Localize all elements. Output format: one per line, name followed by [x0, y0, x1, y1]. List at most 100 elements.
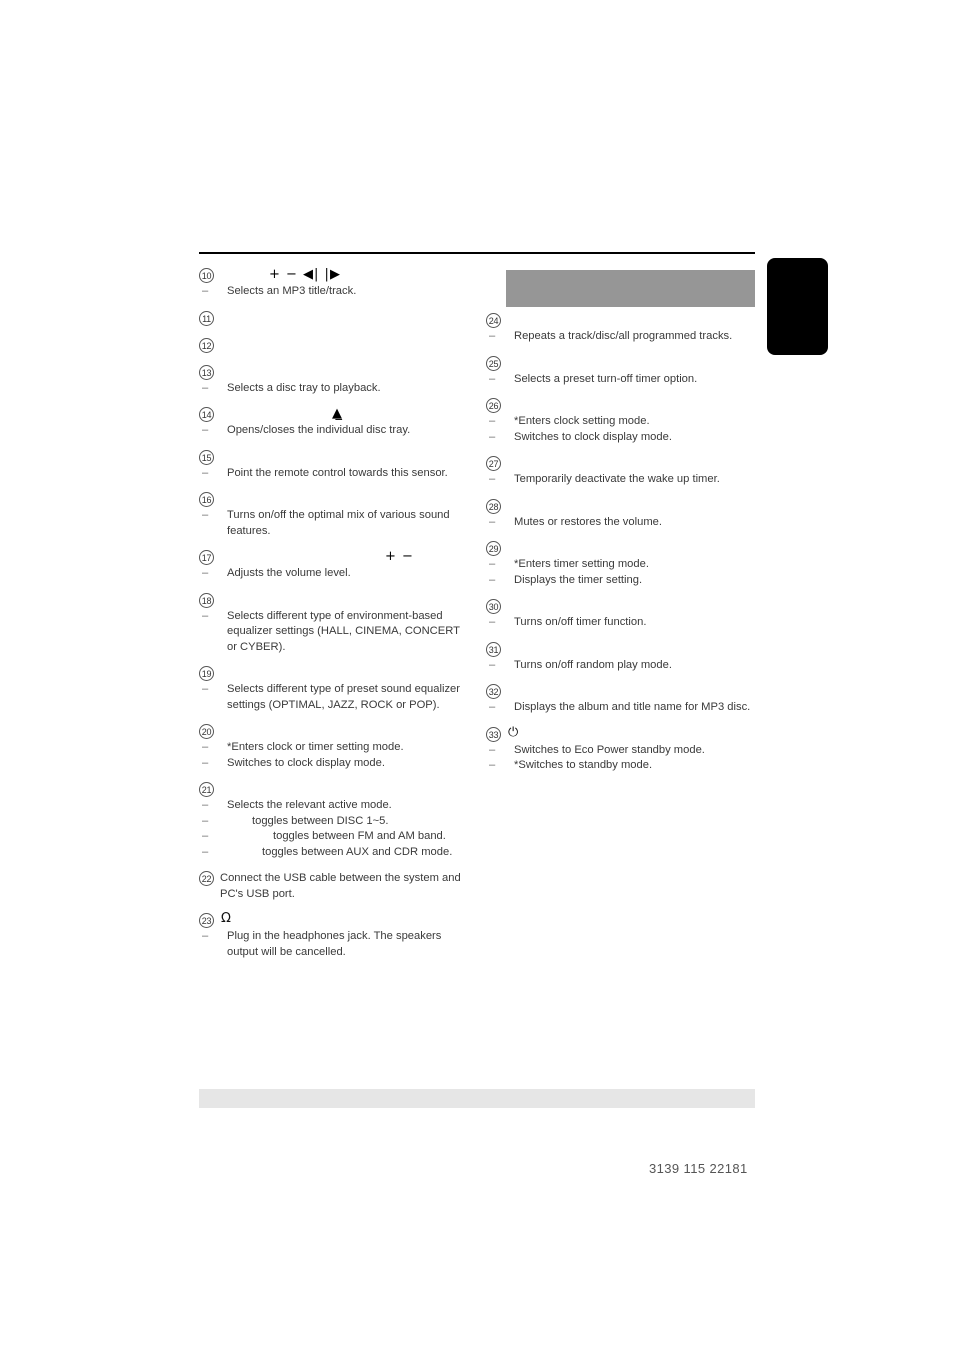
- bullet-text: Selects a preset turn-off timer option.: [514, 372, 698, 385]
- control-entry-18: 18– Selects different type of environment…: [199, 592, 469, 656]
- entry-bullet-line: – *Switches to standby mode.: [486, 758, 756, 774]
- entry-head: 17 + −: [199, 549, 469, 566]
- entry-head: 16: [199, 492, 469, 508]
- bullet-text: Switches to Eco Power standby mode.: [514, 743, 705, 756]
- circled-number: 20: [199, 724, 214, 739]
- circled-number: 26: [486, 398, 501, 413]
- control-entry-11: 11: [199, 310, 469, 327]
- bullet-text: *Enters clock setting mode.: [514, 415, 650, 427]
- entry-head: 33 ⏻: [486, 724, 756, 743]
- bullet-text: Selects different type of preset sound e…: [227, 683, 461, 711]
- entry-bullet-line: – Switches to Eco Power standby mode.: [486, 743, 756, 759]
- bullet-text: Repeats a track/disc/all programmed trac…: [514, 330, 733, 342]
- circled-number: 13: [199, 364, 214, 380]
- entry-bullet-line: – Selects a disc tray to playback.: [199, 381, 469, 397]
- entry-head: 10 + − ◀| |▶: [199, 267, 469, 284]
- bullet-text: *Switches to standby mode.: [514, 759, 653, 771]
- control-symbol-icon: ▲̲: [332, 406, 343, 421]
- bullet-dash: –: [202, 509, 209, 521]
- entry-head: 30: [486, 599, 756, 615]
- bullet-text: Point the remote control towards this se…: [227, 466, 448, 479]
- entry-bullet-line: – *Enters timer setting mode.: [486, 557, 756, 573]
- bullet-dash: –: [202, 830, 209, 842]
- document-footer-code: 3139 115 22181: [649, 1161, 748, 1176]
- bullet-text: Switches to clock display mode.: [514, 430, 672, 443]
- control-entry-33: 33 ⏻ – Switches to Eco Power standby mode. –…: [486, 724, 756, 774]
- control-entry-15: 15– Point the remote control towards this…: [199, 449, 469, 482]
- bullet-text: *Enters timer setting mode.: [514, 558, 649, 570]
- bullet-text: Turns on/off timer function.: [514, 616, 647, 628]
- bullet-dash: –: [202, 567, 209, 579]
- control-symbol-icon: + −: [385, 549, 414, 564]
- entry-paragraph: Connect the USB cable between the system…: [220, 872, 461, 900]
- circled-number: 17: [199, 550, 214, 565]
- entry-head: 12: [199, 337, 469, 354]
- right-column: 24 – Repeats a track/disc/all programmed t…: [486, 313, 756, 785]
- circled-number: 21: [199, 782, 214, 797]
- circled-number: 29: [486, 541, 501, 556]
- bullet-dash: –: [489, 473, 496, 485]
- control-entry-32: 32 – Displays the album and title name for…: [486, 684, 756, 716]
- entry-head: 32: [486, 684, 756, 700]
- circled-number: 27: [486, 456, 501, 471]
- entry-head: 24: [486, 313, 756, 329]
- manual-page: 10 + − ◀| |▶ – Selects an MP3 title/track. 1…: [0, 0, 954, 1351]
- control-entry-17: 17 + − – Adjusts the volume level.: [199, 549, 469, 582]
- entry-bullet-line: – Selects an MP3 title/track.: [199, 284, 469, 300]
- bullet-dash: –: [202, 741, 209, 753]
- entry-head: 15: [199, 449, 469, 466]
- entry-head: 19: [199, 666, 469, 682]
- bullet-dash: –: [202, 683, 209, 695]
- bullet-text: Switches to clock display mode.: [227, 756, 385, 769]
- entry-head: 28: [486, 498, 756, 515]
- control-entry-25: 25– Selects a preset turn-off timer optio…: [486, 355, 756, 388]
- circled-number: 10: [199, 268, 214, 283]
- bullet-dash: –: [489, 616, 496, 628]
- bullet-text: Selects different type of environment-ba…: [227, 609, 460, 653]
- control-entry-26: 26 – *Enters clock setting mode. – Switches …: [486, 398, 756, 445]
- entry-bullet-line: – Selects the relevant active mode.: [199, 798, 469, 814]
- bullet-dash: –: [489, 658, 496, 671]
- entry-head: 18: [199, 592, 469, 609]
- entry-head: 29: [486, 541, 756, 557]
- control-entry-24: 24 – Repeats a track/disc/all programmed t…: [486, 313, 756, 345]
- entry-bullet-line: – Plug in the headphones jack. The speake…: [199, 929, 469, 960]
- control-entry-31: 31– Turns on/off random play mode.: [486, 641, 756, 674]
- entry-bullet-line: – Turns on/off random play mode.: [486, 658, 756, 674]
- entry-bullet-line: – toggles between DISC 1~5.: [199, 814, 469, 830]
- entry-bullet-line: – toggles between FM and AM band.: [199, 829, 469, 845]
- circled-number: 24: [486, 313, 501, 328]
- bullet-text: Mutes or restores the volume.: [514, 515, 662, 528]
- entry-bullet-line: – Repeats a track/disc/all programmed tra…: [486, 329, 756, 345]
- entry-bullet-line: – *Enters clock or timer setting mode.: [199, 740, 469, 756]
- circled-number: 15: [199, 449, 214, 465]
- control-entry-19: 19 – Selects different type of preset soun…: [199, 666, 469, 713]
- bullet-dash: –: [202, 466, 209, 479]
- circled-number: 18: [199, 592, 214, 608]
- bullet-text: Turns on/off random play mode.: [514, 658, 672, 671]
- circled-number: 32: [486, 684, 501, 699]
- bottom-gray-bar: [199, 1089, 755, 1108]
- section-header-placeholder-block: [506, 270, 755, 307]
- control-entry-20: 20– *Enters clock or timer setting mode. –…: [199, 724, 469, 771]
- black-thumb-tab: [767, 258, 828, 355]
- bullet-dash: –: [202, 381, 209, 394]
- entry-head: 26: [486, 398, 756, 414]
- circled-number: 23: [199, 913, 214, 928]
- bullet-dash: –: [489, 558, 496, 570]
- bullet-text: Selects the relevant active mode.: [227, 799, 392, 811]
- entry-bullet-line: – Turns on/off the optimal mix of various…: [199, 508, 469, 539]
- control-entry-16: 16 – Turns on/off the optimal mix of vario…: [199, 492, 469, 539]
- entry-bullet-line: – Selects different type of preset sound …: [199, 682, 469, 713]
- control-entry-23: 23 Ω – Plug in the headphones jack. The spe…: [199, 911, 469, 960]
- bullet-text: toggles between DISC 1~5.: [252, 814, 389, 827]
- entry-bullet-line: – Opens/closes the individual disc tray.: [199, 423, 469, 439]
- control-entry-28: 28– Mutes or restores the volume.: [486, 498, 756, 531]
- bullet-dash: –: [489, 372, 496, 385]
- control-entry-14: 14 ▲̲ – Opens/closes the individual disc tr…: [199, 406, 469, 439]
- power-icon: ⏻: [508, 724, 519, 740]
- bullet-text: Turns on/off the optimal mix of various …: [227, 509, 450, 537]
- bullet-dash: –: [489, 415, 496, 427]
- circled-number: 28: [486, 498, 501, 514]
- entry-bullet-line: – Point the remote control towards this s…: [199, 466, 469, 482]
